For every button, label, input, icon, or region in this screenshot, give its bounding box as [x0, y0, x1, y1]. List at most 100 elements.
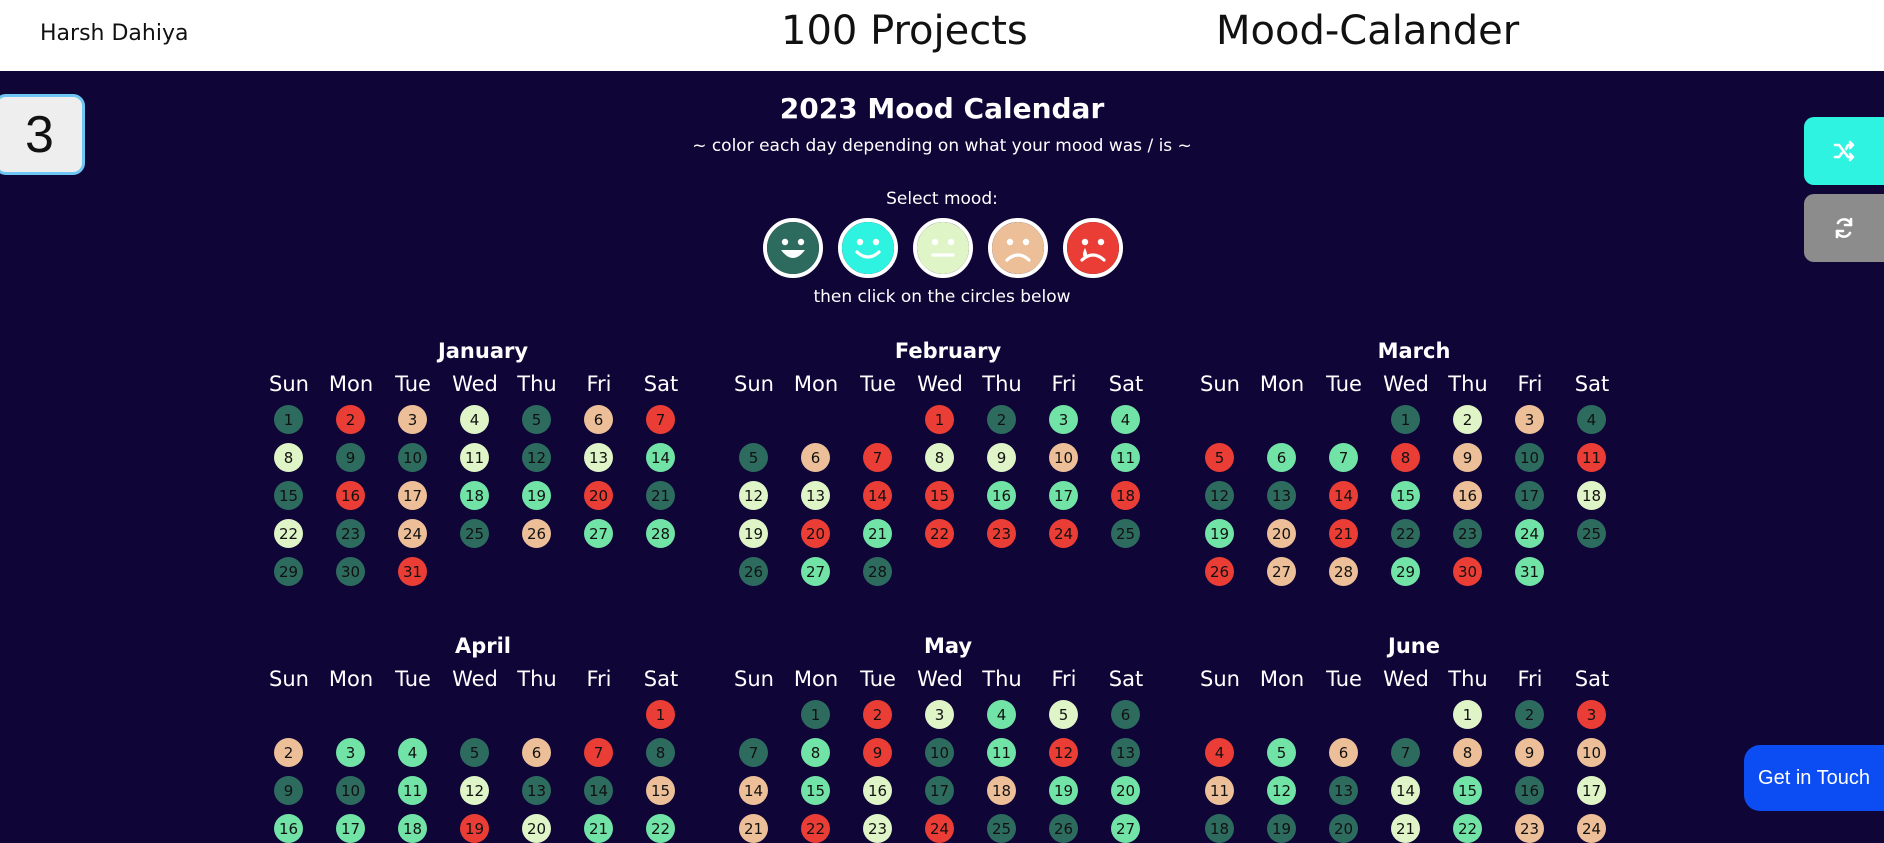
day-circle[interactable]: 23	[1453, 519, 1482, 548]
day-circle[interactable]: 2	[274, 738, 303, 767]
day-circle[interactable]: 14	[646, 443, 675, 472]
day-circle[interactable]: 18	[460, 481, 489, 510]
day-circle[interactable]: 8	[925, 443, 954, 472]
day-circle[interactable]: 13	[1329, 776, 1358, 805]
day-circle[interactable]: 4	[1577, 405, 1606, 434]
day-circle[interactable]: 13	[1111, 738, 1140, 767]
day-circle[interactable]: 8	[1453, 738, 1482, 767]
day-circle[interactable]: 2	[987, 405, 1016, 434]
day-circle[interactable]: 9	[1515, 738, 1544, 767]
day-circle[interactable]: 27	[1267, 557, 1296, 586]
day-circle[interactable]: 22	[1391, 519, 1420, 548]
day-circle[interactable]: 3	[925, 700, 954, 729]
day-circle[interactable]: 21	[1329, 519, 1358, 548]
day-circle[interactable]: 31	[398, 557, 427, 586]
day-circle[interactable]: 11	[460, 443, 489, 472]
day-circle[interactable]: 4	[1205, 738, 1234, 767]
day-circle[interactable]: 12	[739, 481, 768, 510]
day-circle[interactable]: 22	[274, 519, 303, 548]
day-circle[interactable]: 29	[274, 557, 303, 586]
day-circle[interactable]: 3	[336, 738, 365, 767]
day-circle[interactable]: 6	[584, 405, 613, 434]
day-circle[interactable]: 12	[1267, 776, 1296, 805]
day-circle[interactable]: 28	[863, 557, 892, 586]
day-circle[interactable]: 4	[1111, 405, 1140, 434]
day-circle[interactable]: 25	[1111, 519, 1140, 548]
day-circle[interactable]: 17	[1577, 776, 1606, 805]
day-circle[interactable]: 3	[1577, 700, 1606, 729]
day-circle[interactable]: 17	[1515, 481, 1544, 510]
projects-title[interactable]: 100 Projects	[781, 8, 1028, 54]
day-circle[interactable]: 29	[1391, 557, 1420, 586]
day-circle[interactable]: 7	[646, 405, 675, 434]
day-circle[interactable]: 20	[1111, 776, 1140, 805]
day-circle[interactable]: 28	[646, 519, 675, 548]
day-circle[interactable]: 20	[801, 519, 830, 548]
day-circle[interactable]: 5	[739, 443, 768, 472]
mood-very-happy[interactable]	[763, 218, 823, 278]
day-circle[interactable]: 1	[1453, 700, 1482, 729]
day-circle[interactable]: 5	[1267, 738, 1296, 767]
day-circle[interactable]: 7	[1391, 738, 1420, 767]
day-circle[interactable]: 19	[739, 519, 768, 548]
day-circle[interactable]: 15	[1453, 776, 1482, 805]
day-circle[interactable]: 10	[1577, 738, 1606, 767]
day-circle[interactable]: 1	[1391, 405, 1420, 434]
author-name[interactable]: Harsh Dahiya	[40, 21, 188, 46]
mood-neutral[interactable]	[913, 218, 973, 278]
day-circle[interactable]: 7	[739, 738, 768, 767]
day-circle[interactable]: 3	[1515, 405, 1544, 434]
day-circle[interactable]: 11	[1577, 443, 1606, 472]
day-circle[interactable]: 3	[398, 405, 427, 434]
day-circle[interactable]: 12	[460, 776, 489, 805]
day-circle[interactable]: 9	[336, 443, 365, 472]
day-circle[interactable]: 14	[863, 481, 892, 510]
day-circle[interactable]: 8	[274, 443, 303, 472]
day-circle[interactable]: 12	[1205, 481, 1234, 510]
day-circle[interactable]: 16	[336, 481, 365, 510]
day-circle[interactable]: 9	[863, 738, 892, 767]
day-circle[interactable]: 5	[1205, 443, 1234, 472]
day-circle[interactable]: 15	[274, 481, 303, 510]
mood-happy[interactable]	[838, 218, 898, 278]
day-circle[interactable]: 14	[1329, 481, 1358, 510]
day-circle[interactable]: 10	[398, 443, 427, 472]
day-circle[interactable]: 8	[801, 738, 830, 767]
day-circle[interactable]: 7	[863, 443, 892, 472]
day-circle[interactable]: 6	[1111, 700, 1140, 729]
day-circle[interactable]: 9	[1453, 443, 1482, 472]
day-circle[interactable]: 16	[1453, 481, 1482, 510]
day-circle[interactable]: 10	[1049, 443, 1078, 472]
day-circle[interactable]: 12	[1049, 738, 1078, 767]
day-circle[interactable]: 5	[460, 738, 489, 767]
day-circle[interactable]: 11	[398, 776, 427, 805]
day-circle[interactable]: 21	[863, 519, 892, 548]
day-circle[interactable]: 24	[1515, 519, 1544, 548]
day-circle[interactable]: 22	[925, 519, 954, 548]
day-circle[interactable]: 1	[801, 700, 830, 729]
day-circle[interactable]: 10	[925, 738, 954, 767]
day-circle[interactable]: 24	[1049, 519, 1078, 548]
day-circle[interactable]: 6	[1267, 443, 1296, 472]
day-circle[interactable]: 19	[1205, 519, 1234, 548]
day-circle[interactable]: 4	[460, 405, 489, 434]
mood-sad[interactable]	[988, 218, 1048, 278]
day-circle[interactable]: 2	[1453, 405, 1482, 434]
day-circle[interactable]: 1	[274, 405, 303, 434]
day-circle[interactable]: 9	[987, 443, 1016, 472]
day-circle[interactable]: 6	[1329, 738, 1358, 767]
day-circle[interactable]: 3	[1049, 405, 1078, 434]
day-circle[interactable]: 20	[584, 481, 613, 510]
day-circle[interactable]: 13	[801, 481, 830, 510]
day-circle[interactable]: 15	[925, 481, 954, 510]
day-circle[interactable]: 8	[646, 738, 675, 767]
day-circle[interactable]: 26	[522, 519, 551, 548]
day-circle[interactable]: 1	[925, 405, 954, 434]
day-circle[interactable]: 7	[584, 738, 613, 767]
day-circle[interactable]: 5	[1049, 700, 1078, 729]
day-circle[interactable]: 11	[1111, 443, 1140, 472]
day-circle[interactable]: 2	[863, 700, 892, 729]
day-circle[interactable]: 20	[1267, 519, 1296, 548]
day-circle[interactable]: 14	[584, 776, 613, 805]
day-circle[interactable]: 14	[1391, 776, 1420, 805]
